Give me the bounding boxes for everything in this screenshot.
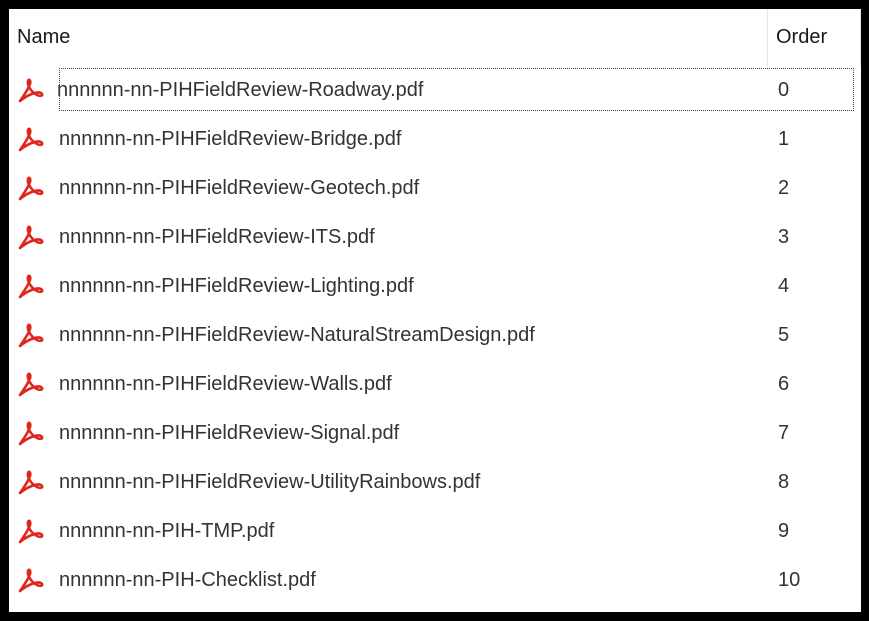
pdf-icon <box>17 468 45 496</box>
table-row[interactable]: nnnnnn-nn-PIHFieldReview-Walls.pdf 6 <box>9 360 861 409</box>
order-cell: 8 <box>778 471 790 493</box>
file-name-cell[interactable]: nnnnnn-nn-PIHFieldReview-Bridge.pdf <box>9 115 768 164</box>
table-row[interactable]: nnnnnn-nn-PIHFieldReview-ITS.pdf 3 <box>9 213 861 262</box>
file-name-cell[interactable]: nnnnnn-nn-PIHFieldReview-Lighting.pdf <box>9 262 768 311</box>
table-row[interactable]: nnnnnn-nn-PIH-Checklist.pdf 10 <box>9 556 861 605</box>
file-name-label: nnnnnn-nn-PIHFieldReview-NaturalStreamDe… <box>59 324 535 346</box>
file-name-label: nnnnnn-nn-PIHFieldReview-Walls.pdf <box>59 373 392 395</box>
table-row[interactable]: nnnnnn-nn-PIHFieldReview-Lighting.pdf 4 <box>9 262 861 311</box>
table-row[interactable]: nnnnnn-nn-PIHFieldReview-Bridge.pdf 1 <box>9 115 861 164</box>
pdf-icon <box>17 125 45 153</box>
table-row[interactable]: nnnnnn-nn-PIH-TMP.pdf 9 <box>9 507 861 556</box>
pdf-icon <box>17 419 45 447</box>
pdf-icon <box>17 272 45 300</box>
table-row[interactable]: nnnnnn-nn-PIHFieldReview-Signal.pdf 7 <box>9 409 861 458</box>
column-header-order[interactable]: Order <box>768 9 861 66</box>
order-cell: 2 <box>778 177 790 199</box>
order-cell: 9 <box>778 520 790 542</box>
order-cell: 6 <box>778 373 790 395</box>
pdf-icon <box>17 566 45 594</box>
file-name-label: nnnnnn-nn-PIHFieldReview-Bridge.pdf <box>59 128 402 150</box>
column-header-name-label: Name <box>17 26 71 48</box>
pdf-icon <box>17 76 45 104</box>
column-header-order-label: Order <box>776 26 828 48</box>
file-name-cell[interactable]: nnnnnn-nn-PIHFieldReview-Signal.pdf <box>9 409 768 458</box>
file-name-cell[interactable]: nnnnnn-nn-PIH-TMP.pdf <box>9 507 768 556</box>
column-header-name[interactable]: Name <box>9 9 768 66</box>
file-name-label: nnnnnn-nn-PIHFieldReview-Roadway.pdf <box>57 79 424 101</box>
table-row[interactable]: nnnnnn-nn-PIHFieldReview-Geotech.pdf 2 <box>9 164 861 213</box>
file-name-cell[interactable]: nnnnnn-nn-PIHFieldReview-Walls.pdf <box>9 360 768 409</box>
file-list-view[interactable]: Name Order nnnnnn-nn-PIHFieldReview-Road… <box>9 9 861 612</box>
table-row[interactable]: nnnnnn-nn-PIHFieldReview-Roadway.pdf 0 <box>9 66 861 115</box>
file-name-cell[interactable]: nnnnnn-nn-PIHFieldReview-ITS.pdf <box>9 213 768 262</box>
pdf-icon <box>17 174 45 202</box>
order-cell: 1 <box>778 128 790 150</box>
file-name-label: nnnnnn-nn-PIH-TMP.pdf <box>59 520 275 542</box>
file-rows: nnnnnn-nn-PIHFieldReview-Roadway.pdf 0 nnn… <box>9 66 861 605</box>
file-name-cell[interactable]: nnnnnn-nn-PIHFieldReview-NaturalStreamDe… <box>9 311 768 360</box>
file-name-cell[interactable]: nnnnnn-nn-PIH-Checklist.pdf <box>9 556 768 605</box>
file-name-label: nnnnnn-nn-PIHFieldReview-UtilityRainbows… <box>59 471 481 493</box>
order-cell: 3 <box>778 226 790 248</box>
pdf-icon <box>17 223 45 251</box>
file-name-cell[interactable]: nnnnnn-nn-PIHFieldReview-Geotech.pdf <box>9 164 768 213</box>
order-cell: 4 <box>778 275 790 297</box>
table-row[interactable]: nnnnnn-nn-PIHFieldReview-NaturalStreamDe… <box>9 311 861 360</box>
file-name-label: nnnnnn-nn-PIH-Checklist.pdf <box>59 569 316 591</box>
file-name-label: nnnnnn-nn-PIHFieldReview-ITS.pdf <box>59 226 375 248</box>
pdf-icon <box>17 370 45 398</box>
order-cell: 7 <box>778 422 790 444</box>
file-name-cell[interactable]: nnnnnn-nn-PIHFieldReview-UtilityRainbows… <box>9 458 768 507</box>
order-cell: 10 <box>778 569 801 591</box>
window-frame: Name Order nnnnnn-nn-PIHFieldReview-Road… <box>0 0 869 621</box>
list-header: Name Order <box>9 9 861 66</box>
file-name-label: nnnnnn-nn-PIHFieldReview-Lighting.pdf <box>59 275 414 297</box>
file-name-cell[interactable]: nnnnnn-nn-PIHFieldReview-Roadway.pdf <box>9 66 768 115</box>
file-name-label: nnnnnn-nn-PIHFieldReview-Geotech.pdf <box>59 177 420 199</box>
pdf-icon <box>17 517 45 545</box>
pdf-icon <box>17 321 45 349</box>
order-cell: 0 <box>778 79 790 101</box>
table-row[interactable]: nnnnnn-nn-PIHFieldReview-UtilityRainbows… <box>9 458 861 507</box>
file-name-label: nnnnnn-nn-PIHFieldReview-Signal.pdf <box>59 422 400 444</box>
order-cell: 5 <box>778 324 790 346</box>
